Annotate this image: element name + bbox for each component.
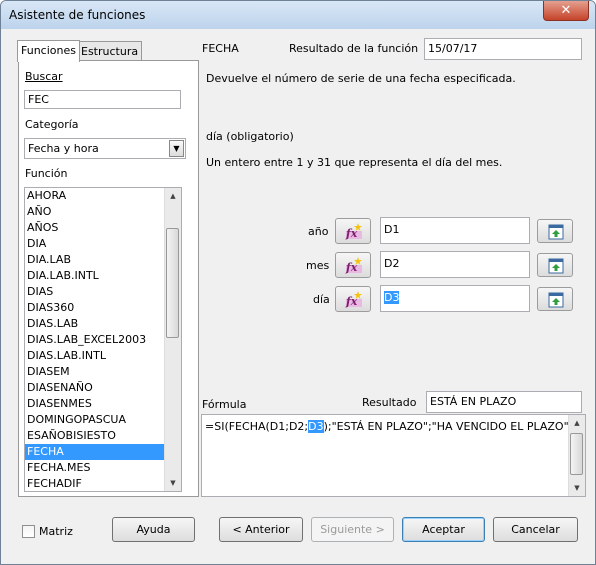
parameter-description: Un entero entre 1 y 31 que representa el… xyxy=(206,156,503,169)
list-item[interactable]: ESAÑOBISIESTO xyxy=(25,428,181,444)
shrink-select-icon xyxy=(548,258,564,274)
close-button[interactable]: ✕ xyxy=(543,1,589,21)
matrix-checkbox[interactable] xyxy=(22,525,35,538)
tab-estructura[interactable]: Estructura xyxy=(77,41,143,62)
shrink-select-icon xyxy=(548,292,564,308)
function-description: Devuelve el número de serie de una fecha… xyxy=(206,72,516,85)
function-list-items: AHORA AÑO AÑOS DIA DIA.LAB DIA.LAB.INTL DIAS DI… xyxy=(25,188,181,491)
function-result-field: 15/07/17 xyxy=(424,38,582,60)
scroll-thumb[interactable] xyxy=(166,228,179,338)
window-title: Asistente de funciones xyxy=(9,8,146,22)
list-item[interactable]: DIA.LAB xyxy=(25,252,181,268)
function-list-label: Función xyxy=(25,167,68,180)
list-item[interactable]: DIAS360 xyxy=(25,300,181,316)
search-label: Buscar xyxy=(25,70,63,83)
back-button[interactable]: < Anterior xyxy=(219,517,303,542)
category-label: Categoría xyxy=(25,118,79,131)
formula-text-after: );"ESTÁ EN PLAZO";"HA VENCIDO EL PLAZO") xyxy=(323,420,573,433)
list-item[interactable]: DOMINGOPASCUA xyxy=(25,412,181,428)
cancel-button[interactable]: Cancelar xyxy=(493,517,578,542)
shrink-button-dia[interactable] xyxy=(537,287,573,311)
list-item[interactable]: AÑOS xyxy=(25,220,181,236)
list-item[interactable]: DIAS.LAB xyxy=(25,316,181,332)
arg-field-dia[interactable]: D3 xyxy=(380,285,530,312)
function-wizard-icon: fx xyxy=(345,223,362,240)
dialog-window: Asistente de funciones ✕ Funciones Estru… xyxy=(0,0,596,565)
list-item[interactable]: DIA xyxy=(25,236,181,252)
shrink-select-icon xyxy=(548,224,564,240)
list-item[interactable]: DIAS xyxy=(25,284,181,300)
arg-label-ano: año xyxy=(308,225,329,238)
list-item[interactable]: FECHADIF xyxy=(25,476,181,491)
search-input[interactable]: FEC xyxy=(24,90,181,109)
formula-text-highlight: D3 xyxy=(308,420,324,433)
svg-text:fx: fx xyxy=(345,261,358,274)
category-value: Fecha y hora xyxy=(28,142,99,155)
list-item[interactable]: DIAS.LAB.INTL xyxy=(25,348,181,364)
formula-text-before: =SI(FECHA(D1;D2; xyxy=(205,420,309,433)
arg-field-mes[interactable]: D2 xyxy=(380,251,530,278)
list-item[interactable]: DIASEM xyxy=(25,364,181,380)
scroll-down-icon[interactable]: ▼ xyxy=(165,475,181,491)
arg-field-ano[interactable]: D1 xyxy=(380,217,530,244)
tab-funciones[interactable]: Funciones xyxy=(17,40,80,62)
fx-button-mes[interactable]: fx xyxy=(335,252,371,278)
list-scrollbar[interactable]: ▲ ▼ xyxy=(164,188,181,491)
list-item[interactable]: DIASENMES xyxy=(25,396,181,412)
function-list[interactable]: AHORA AÑO AÑOS DIA DIA.LAB DIA.LAB.INTL DIAS DI… xyxy=(24,187,182,492)
close-icon: ✕ xyxy=(560,3,572,18)
result-label: Resultado de la función xyxy=(289,42,419,55)
title-bar[interactable]: Asistente de funciones ✕ xyxy=(1,1,595,29)
function-name: FECHA xyxy=(202,42,239,55)
list-item[interactable]: DIA.LAB.INTL xyxy=(25,268,181,284)
scroll-up-icon[interactable]: ▲ xyxy=(165,188,181,204)
next-button[interactable]: Siguiente > xyxy=(311,517,394,542)
formula-editor[interactable]: =SI(FECHA(D1;D2;D3);"ESTÁ EN PLAZO";"HA … xyxy=(201,414,586,497)
svg-text:fx: fx xyxy=(345,227,358,240)
function-wizard-icon: fx xyxy=(345,291,362,308)
parameter-name: día (obligatorio) xyxy=(206,130,294,143)
shrink-button-ano[interactable] xyxy=(537,219,573,243)
chevron-down-icon[interactable]: ▼ xyxy=(169,140,184,157)
arg-field-dia-value: D3 xyxy=(384,291,400,304)
shrink-button-mes[interactable] xyxy=(537,253,573,277)
list-item[interactable]: AHORA xyxy=(25,188,181,204)
list-item[interactable]: AÑO xyxy=(25,204,181,220)
list-item[interactable]: DIASENAÑO xyxy=(25,380,181,396)
formula-text[interactable]: =SI(FECHA(D1;D2;D3);"ESTÁ EN PLAZO";"HA … xyxy=(205,420,573,433)
category-select[interactable]: Fecha y hora ▼ xyxy=(24,138,186,159)
matrix-label: Matriz xyxy=(39,525,73,538)
scroll-down-icon[interactable]: ▼ xyxy=(569,480,585,496)
formula-scroll-thumb[interactable] xyxy=(570,433,583,475)
arg-label-dia: día xyxy=(313,293,330,306)
list-item[interactable]: DIAS.LAB_EXCEL2003 xyxy=(25,332,181,348)
fx-button-dia[interactable]: fx xyxy=(335,286,371,312)
accept-button[interactable]: Aceptar xyxy=(402,517,485,542)
list-item[interactable]: FECHA.MES xyxy=(25,460,181,476)
list-item[interactable]: FECHA xyxy=(25,444,181,460)
formula-label: Fórmula xyxy=(202,398,247,411)
formula-result-label: Resultado xyxy=(362,396,417,409)
help-button[interactable]: Ayuda xyxy=(112,517,195,542)
formula-result-field: ESTÁ EN PLAZO xyxy=(426,391,582,413)
arg-label-mes: mes xyxy=(306,259,330,272)
formula-scrollbar[interactable]: ▲ ▼ xyxy=(568,415,585,496)
fx-button-ano[interactable]: fx xyxy=(335,218,371,244)
dialog-body: Funciones Estructura Buscar FEC Categorí… xyxy=(8,30,587,556)
svg-text:fx: fx xyxy=(345,295,358,308)
scroll-up-icon[interactable]: ▲ xyxy=(569,415,585,431)
function-wizard-icon: fx xyxy=(345,257,362,274)
